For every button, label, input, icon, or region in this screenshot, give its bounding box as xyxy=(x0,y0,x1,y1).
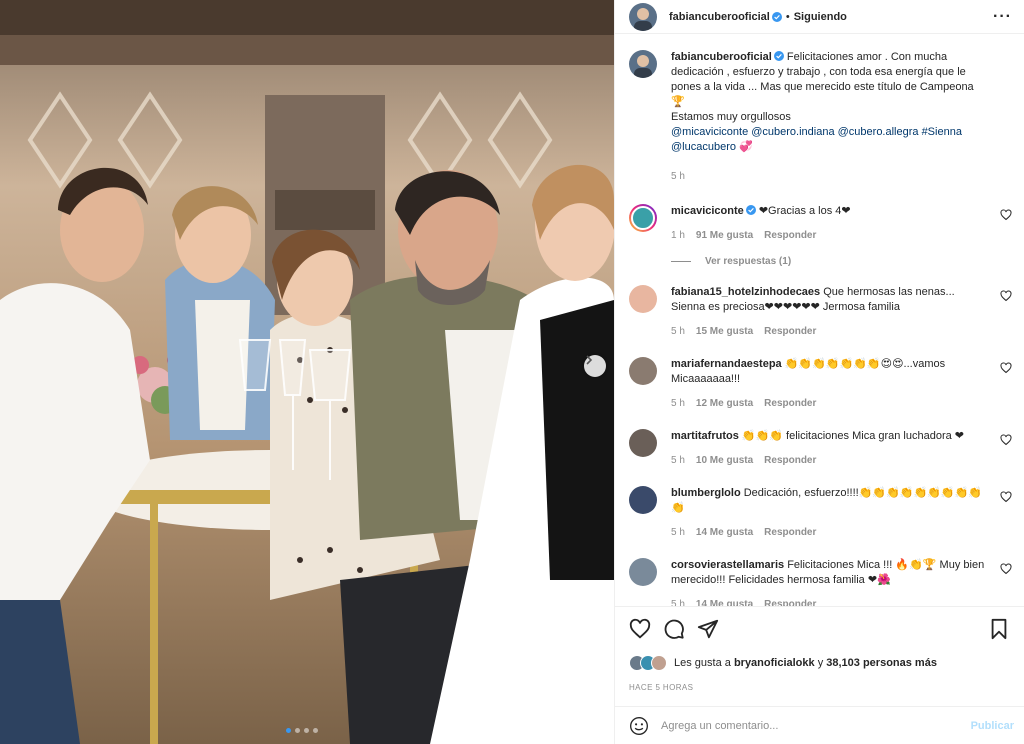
view-replies-label: Ver respuestas (1) xyxy=(705,256,792,267)
replies-divider xyxy=(671,261,691,262)
carousel-dot-active xyxy=(286,728,291,733)
comment: mariafernandaestepa 👏👏👏👏👏👏👏😍😍...vamos Mi… xyxy=(629,357,1012,411)
post-header: fabiancuberooficial • Siguiendo ··· xyxy=(615,0,1024,34)
comment-text: 👏👏👏 felicitaciones Mica gran luchadora ❤ xyxy=(741,430,965,442)
comment-time[interactable]: 5 h xyxy=(671,453,685,468)
commenter-avatar[interactable] xyxy=(629,558,657,586)
comment-username[interactable]: micaviciconte xyxy=(671,205,744,217)
reply-button[interactable]: Responder xyxy=(764,453,816,468)
like-comment-icon[interactable] xyxy=(1000,209,1012,221)
share-icon[interactable] xyxy=(697,618,719,640)
post-photo[interactable] xyxy=(0,0,614,744)
like-comment-icon[interactable] xyxy=(1000,434,1012,446)
likes-summary[interactable]: Les gusta a bryanoficialokk y 38,103 per… xyxy=(629,655,1010,671)
chevron-right-icon xyxy=(586,355,593,365)
comment-time[interactable]: 5 h xyxy=(671,324,685,339)
post-sidebar: fabiancuberooficial • Siguiendo ··· fabi… xyxy=(614,0,1024,744)
reply-button[interactable]: Responder xyxy=(764,228,816,243)
post-actions: Les gusta a bryanoficialokk y 38,103 per… xyxy=(615,606,1024,692)
like-comment-icon[interactable] xyxy=(1000,290,1012,302)
following-button[interactable]: Siguiendo xyxy=(794,11,847,23)
emoji-icon[interactable] xyxy=(629,716,649,736)
caption-time[interactable]: 5 h xyxy=(671,169,685,184)
comment: corsovierastellamaris Felicitaciones Mic… xyxy=(629,558,1012,606)
comments-list[interactable]: fabiancuberooficial Felicitaciones amor … xyxy=(615,34,1024,606)
like-comment-icon[interactable] xyxy=(1000,491,1012,503)
comment: martitafrutos 👏👏👏 felicitaciones Mica gr… xyxy=(629,429,1012,468)
verified-badge-icon xyxy=(771,11,782,22)
comment-time[interactable]: 1 h xyxy=(671,228,685,243)
commenter-avatar[interactable] xyxy=(629,357,657,385)
carousel-dot xyxy=(313,728,318,733)
comment-likes[interactable]: 14 Me gusta xyxy=(696,525,753,540)
commenter-avatar[interactable] xyxy=(629,429,657,457)
comment-input[interactable] xyxy=(661,719,971,732)
caption-text-line2: Estamos muy orgullosos xyxy=(671,111,791,123)
family-photo-illustration xyxy=(0,0,614,744)
likers-avatars xyxy=(629,655,667,671)
view-replies-button[interactable]: Ver respuestas (1) xyxy=(671,256,1012,267)
comment-time[interactable]: 5 h xyxy=(671,597,685,606)
comment-text: ❤Gracias a los 4❤ xyxy=(758,205,851,217)
comment: blumberglolo Dedicación, esfuerzo!!!!👏👏👏… xyxy=(629,486,1012,540)
comment-time[interactable]: 5 h xyxy=(671,525,685,540)
next-photo-button[interactable] xyxy=(584,355,606,377)
caption-username[interactable]: fabiancuberooficial xyxy=(671,51,772,63)
commenter-avatar[interactable] xyxy=(629,486,657,514)
header-separator: • xyxy=(785,10,790,23)
reply-button[interactable]: Responder xyxy=(764,597,816,606)
comment-username[interactable]: mariafernandaestepa xyxy=(671,358,782,370)
likes-count[interactable]: 38,103 personas más xyxy=(826,657,937,669)
reply-button[interactable]: Responder xyxy=(764,324,816,339)
like-icon[interactable] xyxy=(629,618,651,640)
reply-button[interactable]: Responder xyxy=(764,396,816,411)
like-comment-icon[interactable] xyxy=(1000,362,1012,374)
more-options-icon[interactable]: ··· xyxy=(993,8,1012,26)
comment-icon[interactable] xyxy=(663,618,685,640)
author-username[interactable]: fabiancuberooficial xyxy=(669,11,770,23)
carousel-indicator xyxy=(286,728,318,733)
comment: fabiana15_hotelzinhodecaes Que hermosas … xyxy=(629,285,1012,339)
post-timestamp[interactable]: HACE 5 HORAS xyxy=(629,683,1010,692)
caption: fabiancuberooficial Felicitaciones amor … xyxy=(629,50,1012,184)
comment-likes[interactable]: 15 Me gusta xyxy=(696,324,753,339)
bookmark-icon[interactable] xyxy=(988,618,1010,640)
add-comment-bar: Publicar xyxy=(615,706,1024,744)
comment-username[interactable]: fabiana15_hotelzinhodecaes xyxy=(671,286,820,298)
caption-mentions[interactable]: @micaviciconte @cubero.indiana @cubero.a… xyxy=(671,125,986,155)
like-comment-icon[interactable] xyxy=(1000,563,1012,575)
comment-likes[interactable]: 91 Me gusta xyxy=(696,228,753,243)
carousel-dot xyxy=(295,728,300,733)
comment-likes[interactable]: 10 Me gusta xyxy=(696,453,753,468)
comment-time[interactable]: 5 h xyxy=(671,396,685,411)
verified-badge-icon xyxy=(773,51,784,61)
likes-user[interactable]: bryanoficialokk xyxy=(734,657,815,669)
comment-username[interactable]: martitafrutos xyxy=(671,430,739,442)
comment-likes[interactable]: 12 Me gusta xyxy=(696,396,753,411)
verified-badge-icon xyxy=(745,205,756,215)
publish-button[interactable]: Publicar xyxy=(971,720,1014,732)
likes-prefix: Les gusta a xyxy=(674,657,731,669)
comment-likes[interactable]: 14 Me gusta xyxy=(696,597,753,606)
carousel-dot xyxy=(304,728,309,733)
commenter-avatar[interactable] xyxy=(629,285,657,313)
likes-middle: y xyxy=(817,657,824,669)
commenter-avatar[interactable] xyxy=(629,204,657,232)
comment-username[interactable]: corsovierastellamaris xyxy=(671,559,784,571)
author-avatar[interactable] xyxy=(629,2,657,31)
reply-button[interactable]: Responder xyxy=(764,525,816,540)
comment: micaviciconte ❤Gracias a los 4❤ 1 h 91 M… xyxy=(629,204,1012,243)
caption-avatar[interactable] xyxy=(629,50,657,78)
comment-username[interactable]: blumberglolo xyxy=(671,487,741,499)
